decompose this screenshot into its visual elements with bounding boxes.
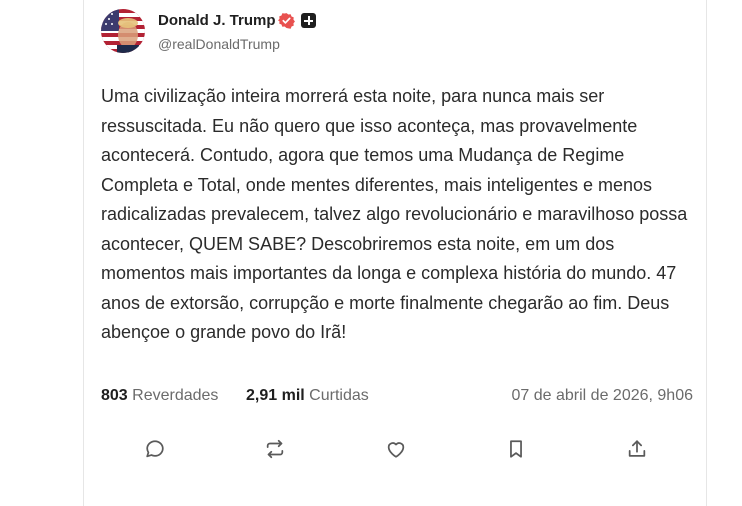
post-text: Uma civilização inteira morrerá esta noi… xyxy=(101,86,688,342)
author-name[interactable]: Donald J. Trump xyxy=(158,12,276,29)
post-card: Donald J. Trump @realDonaldTrump Uma civ… xyxy=(84,0,706,506)
follow-plus-icon[interactable] xyxy=(301,13,316,28)
reply-icon xyxy=(146,440,164,458)
reposts-label: Reverdades xyxy=(132,387,219,404)
bookmark-icon xyxy=(510,440,522,458)
repost-button[interactable] xyxy=(262,436,288,462)
like-button[interactable] xyxy=(383,436,409,462)
reposts-count: 803 xyxy=(101,387,128,404)
avatar[interactable] xyxy=(101,9,145,53)
action-bar xyxy=(84,436,706,464)
like-icon xyxy=(387,442,405,458)
share-button[interactable] xyxy=(624,436,650,462)
repost-icon xyxy=(266,439,284,459)
frame-border-right xyxy=(706,0,707,506)
likes-count: 2,91 mil xyxy=(246,387,305,404)
bookmark-button[interactable] xyxy=(503,436,529,462)
author-handle[interactable]: @realDonaldTrump xyxy=(158,36,280,52)
reply-button[interactable] xyxy=(142,436,168,462)
likes-label: Curtidas xyxy=(309,387,369,404)
share-icon xyxy=(628,440,646,457)
reposts-stat[interactable]: 803 Reverdades xyxy=(101,387,218,405)
avatar-image xyxy=(101,9,145,53)
post-timestamp: 07 de abril de 2026, 9h06 xyxy=(511,387,693,404)
verified-badge-icon xyxy=(278,13,295,29)
likes-stat[interactable]: 2,91 mil Curtidas xyxy=(246,387,369,405)
post-stats: 803 Reverdades 2,91 mil Curtidas 07 de a… xyxy=(101,387,693,409)
